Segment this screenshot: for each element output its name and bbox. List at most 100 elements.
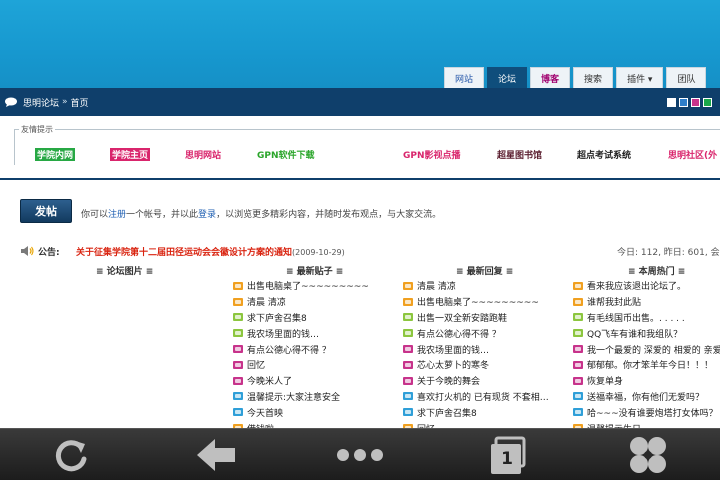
menu-button[interactable]	[618, 433, 678, 477]
list-item[interactable]: 关于今晚的舞会	[403, 373, 573, 389]
register-middle: 一个帐号，并以此	[126, 210, 199, 220]
login-link[interactable]: 登录	[198, 210, 216, 220]
list-item[interactable]: 哈~~~没有谁要炮塔打女体吗？	[573, 404, 720, 420]
style-swatch-white[interactable]	[667, 98, 676, 107]
style-swatch-green[interactable]	[703, 98, 712, 107]
list-item[interactable]: 温馨提示:大家注意安全	[233, 389, 403, 405]
post-title[interactable]: 谁帮我封此贴	[587, 295, 641, 308]
friend-link[interactable]: 超点考试系统	[577, 148, 631, 161]
post-status-icon	[233, 297, 243, 306]
style-swatch-pink[interactable]	[691, 98, 700, 107]
list-item[interactable]: 送福幸福，你有他们无爱吗？	[573, 389, 720, 405]
list-item[interactable]: 我农场里面的钱…	[233, 325, 403, 341]
announcement-title[interactable]: 关于征集学院第十二届田径运动会会徽设计方案的通知	[76, 248, 292, 258]
tabs-button[interactable]: 1	[476, 433, 536, 477]
post-title[interactable]: 哈~~~没有谁要炮塔打女体吗？	[587, 406, 718, 419]
nav-tab-team[interactable]: 团队	[666, 67, 707, 88]
style-swatch-blue[interactable]	[679, 98, 688, 107]
post-title[interactable]: 求下庐舍召集8	[417, 406, 477, 419]
post-title[interactable]: 温馨提示:大家注意安全	[247, 390, 340, 403]
list-item[interactable]: 有点公德心得不得 ？	[233, 341, 403, 357]
post-title[interactable]: 有毛线国币出售。. . . . .	[587, 311, 685, 324]
list-item[interactable]: QQ飞车有谁和我组队？	[573, 325, 720, 341]
post-title[interactable]: 有点公德心得不得 ？	[247, 343, 331, 356]
post-title[interactable]: 喜欢打火机的 已有现货 不套相…	[417, 390, 549, 403]
list-item[interactable]: 我一个最爱的 深爱的 相爱的 亲爱	[573, 341, 720, 357]
list-item[interactable]: 清晨 清凉	[403, 278, 573, 294]
friend-link[interactable]: 学院内网	[35, 148, 76, 161]
post-title[interactable]: 我农场里面的钱…	[417, 343, 489, 356]
friend-link[interactable]: GPN影视点播	[403, 148, 461, 161]
post-status-icon	[573, 360, 583, 369]
post-title[interactable]: 看来我应该退出论坛了。	[587, 279, 686, 292]
list-item[interactable]: 出售电脑桌了~~~~~~~~~	[403, 294, 573, 310]
list-item[interactable]: 出售电脑桌了~~~~~~~~~	[233, 278, 403, 294]
post-title[interactable]: QQ飞车有谁和我组队？	[587, 327, 682, 340]
list-item[interactable]: 出售一双全新安踏跑鞋	[403, 310, 573, 326]
friend-link[interactable]: 学院主页	[110, 148, 151, 161]
post-title[interactable]: 我一个最爱的 深爱的 相爱的 亲爱	[587, 343, 720, 356]
post-status-icon	[573, 345, 583, 354]
forum-stats: 今日: 112, 昨日: 601, 会员	[617, 248, 720, 258]
new-post-button[interactable]: 发帖	[20, 199, 72, 223]
list-item[interactable]: 回忆	[233, 357, 403, 373]
post-status-icon	[403, 297, 413, 306]
nav-tab-forum[interactable]: 论坛	[487, 67, 528, 88]
post-title[interactable]: 出售一双全新安踏跑鞋	[417, 311, 507, 324]
list-item[interactable]: 求下庐舍召集8	[403, 404, 573, 420]
friend-links-legend: 友情提示	[19, 124, 55, 135]
friend-link[interactable]: GPN软件下载	[257, 148, 315, 161]
friend-link[interactable]: 思明网站	[185, 148, 221, 161]
tabs-icon: 1	[486, 435, 526, 475]
list-item[interactable]: 看来我应该退出论坛了。	[573, 278, 720, 294]
tab-count: 1	[501, 449, 513, 469]
list-item[interactable]: 有毛线国币出售。. . . . .	[573, 310, 720, 326]
breadcrumb-current: 首页	[70, 98, 89, 109]
post-title[interactable]: 回忆	[247, 358, 265, 371]
list-item[interactable]: 清晨 清凉	[233, 294, 403, 310]
list-item[interactable]: 今天首映	[233, 404, 403, 420]
post-title[interactable]: 有点公德心得不得 ？	[417, 327, 501, 340]
post-title[interactable]: 芯心太萝卜的寒冬	[417, 358, 489, 371]
more-button[interactable]	[330, 433, 390, 477]
list-item[interactable]: 郁郁郁。你才笨羊年今日！！！	[573, 357, 720, 373]
friend-link[interactable]: 超星图书馆	[497, 148, 542, 161]
post-title[interactable]: 关于今晚的舞会	[417, 374, 480, 387]
post-title[interactable]: 今天首映	[247, 406, 283, 419]
post-title[interactable]: 郁郁郁。你才笨羊年今日！！！	[587, 358, 713, 371]
nav-tab-search[interactable]: 搜索	[573, 67, 614, 88]
breadcrumb-forum[interactable]: 思明论坛	[23, 96, 59, 109]
list-item[interactable]: 喜欢打火机的 已有现货 不套相…	[403, 389, 573, 405]
post-status-icon	[573, 376, 583, 385]
nav-tab-blog[interactable]: 博客	[530, 67, 571, 88]
post-title[interactable]: 我农场里面的钱…	[247, 327, 319, 340]
breadcrumb-bar: 思明论坛 » 首页	[0, 88, 720, 116]
post-title[interactable]: 求下庐舍召集8	[247, 311, 307, 324]
post-status-icon	[573, 408, 583, 417]
list-item[interactable]: 恢复单身	[573, 373, 720, 389]
list-item[interactable]: 芯心太萝卜的寒冬	[403, 357, 573, 373]
register-suffix: ，以浏览更多精彩内容，并随时发布观点，与大家交流。	[216, 210, 442, 220]
post-title[interactable]: 送福幸福，你有他们无爱吗？	[587, 390, 704, 403]
post-title[interactable]: 今晚米人了	[247, 374, 292, 387]
post-status-icon	[403, 392, 413, 401]
nav-tab-site[interactable]: 网站	[444, 67, 485, 88]
list-item[interactable]: 今晚米人了	[233, 373, 403, 389]
list-item[interactable]: 我农场里面的钱…	[403, 341, 573, 357]
post-title[interactable]: 出售电脑桌了~~~~~~~~~	[417, 295, 539, 308]
list-item[interactable]: 谁帮我封此贴	[573, 294, 720, 310]
post-status-icon	[403, 313, 413, 322]
announcement-link[interactable]: 关于征集学院第十二届田径运动会会徽设计方案的通知(2009-10-29)	[76, 245, 345, 258]
friend-link[interactable]: 思明社区(外	[668, 148, 717, 161]
refresh-button[interactable]	[41, 433, 101, 477]
refresh-icon	[55, 440, 87, 472]
register-link[interactable]: 注册	[108, 210, 126, 220]
nav-tab-plugins[interactable]: 插件 ▾	[616, 67, 664, 88]
post-title[interactable]: 恢复单身	[587, 374, 623, 387]
list-item[interactable]: 有点公德心得不得 ？	[403, 325, 573, 341]
post-title[interactable]: 清晨 清凉	[247, 295, 286, 308]
back-button[interactable]	[186, 433, 246, 477]
post-title[interactable]: 清晨 清凉	[417, 279, 456, 292]
list-item[interactable]: 求下庐舍召集8	[233, 310, 403, 326]
post-title[interactable]: 出售电脑桌了~~~~~~~~~	[247, 279, 369, 292]
